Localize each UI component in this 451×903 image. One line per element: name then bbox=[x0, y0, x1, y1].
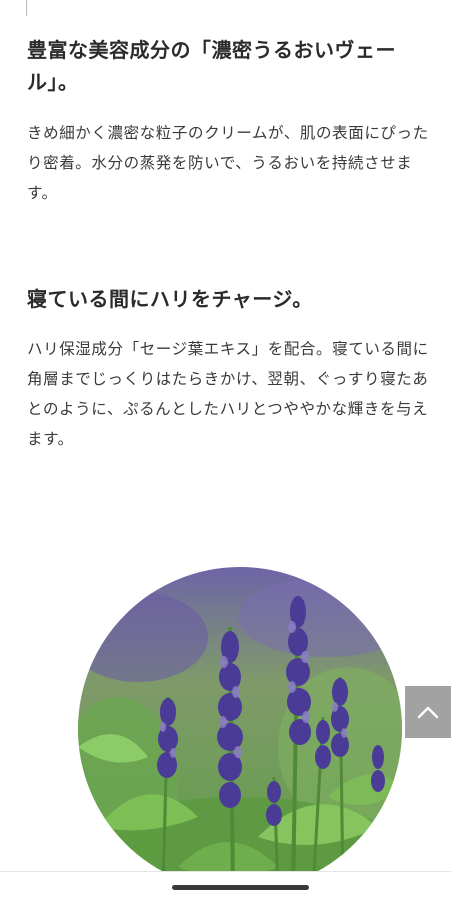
section-heading: 豊富な美容成分の「濃密うるおいヴェール」。 bbox=[27, 38, 396, 94]
sage-flowers-image bbox=[78, 567, 402, 891]
section-body-text: きめ細かく濃密な粒子のクリームが、肌の表面にぴったり密着。水分の蒸発を防いで、う… bbox=[27, 124, 429, 202]
page: 豊富な美容成分の「濃密うるおいヴェール」。 きめ細かく濃密な粒子のクリームが、肌… bbox=[0, 0, 451, 903]
home-indicator[interactable] bbox=[172, 885, 309, 890]
chevron-up-icon bbox=[417, 706, 439, 719]
sage-illustration bbox=[78, 567, 402, 891]
feature-section-firmness: 寝ている間にハリをチャージ。 ハリ保湿成分「セージ葉エキス」を配合。寝ている間に… bbox=[27, 283, 432, 454]
scroll-to-top-button[interactable] bbox=[405, 686, 451, 738]
section-body-text: ハリ保湿成分「セージ葉エキス」を配合。寝ている間に角層までじっくりはたらきかけ、… bbox=[27, 340, 429, 448]
divider bbox=[26, 0, 27, 16]
system-navigation-bar bbox=[0, 871, 451, 903]
feature-section-moisture-veil: 豊富な美容成分の「濃密うるおいヴェール」。 きめ細かく濃密な粒子のクリームが、肌… bbox=[27, 34, 432, 208]
section-heading: 寝ている間にハリをチャージ。 bbox=[27, 287, 313, 311]
